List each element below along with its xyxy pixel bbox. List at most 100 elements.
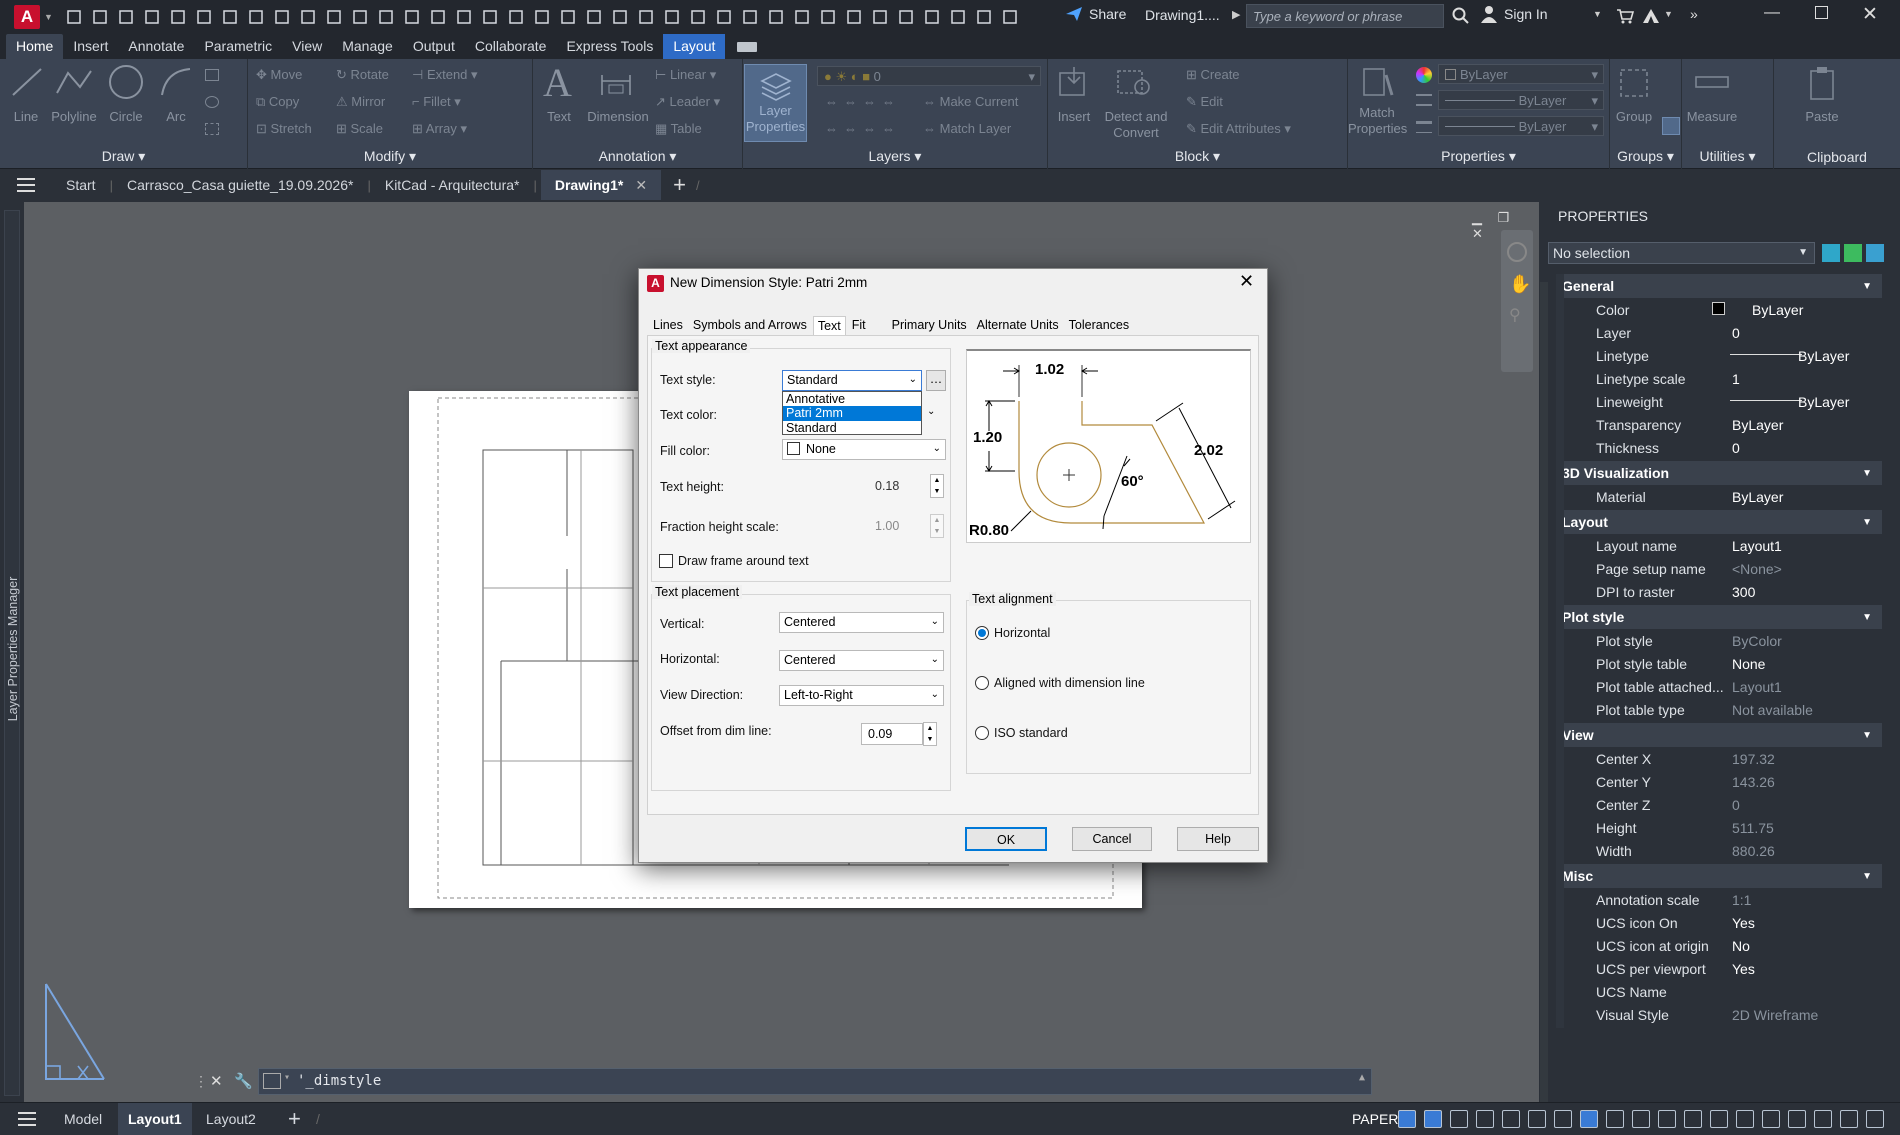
tab-fit[interactable]: Fit	[848, 316, 870, 335]
osnap-qat-icon[interactable]	[791, 7, 813, 27]
copy-clip-qat-icon[interactable]	[297, 7, 319, 27]
align-qat-icon[interactable]	[921, 7, 943, 27]
match-layer-button[interactable]: ⇔ Match Layer	[923, 121, 1011, 136]
property-row[interactable]: Layer 0	[1556, 321, 1882, 344]
property-row[interactable]: Plot style table None	[1556, 652, 1882, 675]
property-row[interactable]: Color ByLayer	[1556, 298, 1882, 321]
view-direction-dropdown[interactable]: Left-to-Right ⌄	[779, 685, 944, 706]
option-patri-2mm[interactable]: Patri 2mm	[783, 406, 921, 421]
text-qat-icon[interactable]	[505, 7, 527, 27]
match-properties-button[interactable]: Match Properties	[1348, 105, 1407, 137]
offset-input[interactable]: 0.09	[861, 723, 923, 745]
ribbon-tab-insert[interactable]: Insert	[63, 34, 118, 59]
sign-in-button[interactable]: Sign In	[1480, 5, 1548, 23]
ribbon-tab-parametric[interactable]: Parametric	[194, 34, 282, 59]
list-qat-icon[interactable]	[999, 7, 1021, 27]
doc-tab-kitcad[interactable]: KitCad - Arquitectura*	[371, 170, 534, 200]
ortho-qat-icon[interactable]	[739, 7, 761, 27]
property-row[interactable]: Center Z 0	[1556, 793, 1882, 816]
detect-convert-button[interactable]: Detect and Convert	[1104, 109, 1168, 141]
edit-attributes-button[interactable]: ✎ Edit Attributes ▾	[1186, 121, 1291, 137]
navigation-bar[interactable]: ✋ ⚲	[1501, 230, 1533, 372]
radio-aligned[interactable]	[975, 676, 989, 690]
isolate-qat-icon[interactable]	[843, 7, 865, 27]
close-tab-icon[interactable]: ✕	[635, 177, 647, 194]
ok-button[interactable]: OK	[965, 827, 1047, 851]
arc-button[interactable]: Arc	[156, 109, 196, 124]
property-row[interactable]: UCS Name	[1556, 980, 1882, 1003]
grid-status-icon[interactable]	[1398, 1110, 1416, 1128]
select-objects-icon[interactable]	[1844, 244, 1862, 262]
tab-tolerances[interactable]: Tolerances	[1065, 316, 1133, 335]
annotation-monitor-status-icon[interactable]	[1684, 1110, 1702, 1128]
property-row[interactable]: DPI to raster 300	[1556, 580, 1882, 603]
ribbon-tab-home[interactable]: Home	[6, 34, 64, 59]
color-wheel-icon[interactable]	[1416, 67, 1432, 83]
close-icon[interactable]: ✕	[1862, 3, 1878, 26]
line-button[interactable]: Line	[6, 109, 46, 124]
zoom-icon[interactable]: ⚲	[1509, 305, 1525, 325]
tab-symbols-arrows[interactable]: Symbols and Arrows	[689, 316, 811, 335]
text-height-spinner[interactable]: ▲ ▼	[930, 474, 944, 498]
vertical-dropdown[interactable]: Centered ⌄	[779, 612, 944, 633]
tab-text[interactable]: Text	[812, 316, 846, 335]
plot-qat-icon[interactable]	[167, 7, 189, 27]
dimension-button[interactable]: Dimension	[583, 109, 653, 124]
draw-frame-checkbox[interactable]	[659, 554, 673, 568]
table-button[interactable]: ▦ Table	[655, 121, 702, 137]
save-qat-icon[interactable]	[115, 7, 137, 27]
snap-status-icon[interactable]	[1424, 1110, 1442, 1128]
tab-lines[interactable]: Lines	[649, 316, 687, 335]
hamburger-menu-icon[interactable]	[0, 170, 52, 200]
insert-button[interactable]: Insert	[1050, 109, 1098, 124]
paste-clip-qat-icon[interactable]	[323, 7, 345, 27]
lineweight-status-icon[interactable]	[1528, 1110, 1546, 1128]
lasso-qat-icon[interactable]	[401, 7, 423, 27]
grid-qat-icon[interactable]	[817, 7, 839, 27]
command-customize-icon[interactable]: 🔧	[234, 1068, 253, 1095]
units-status-icon[interactable]	[1710, 1110, 1728, 1128]
model-tab[interactable]: Model	[54, 1103, 112, 1135]
new-tab-icon[interactable]: +	[673, 172, 686, 198]
fill-color-dropdown[interactable]: None ⌄	[782, 439, 946, 460]
app-menu-chevron-icon[interactable]: ▼	[44, 12, 53, 22]
table-qat-icon[interactable]	[557, 7, 579, 27]
layer-tools-row2[interactable]: ⇔⇔⇔⇔	[825, 121, 901, 136]
section-misc[interactable]: Misc ▼	[1556, 864, 1882, 888]
annotation-scale-status-icon[interactable]	[1632, 1110, 1650, 1128]
ribbon-tab-manage[interactable]: Manage	[332, 34, 403, 59]
text-button[interactable]: Text	[541, 109, 577, 124]
command-expand-icon[interactable]: ▲	[1359, 1072, 1365, 1083]
linear-button[interactable]: ⊢ Linear ▾	[655, 67, 716, 83]
mirror3-qat-icon[interactable]	[973, 7, 995, 27]
xref-qat-icon[interactable]	[687, 7, 709, 27]
create-block-button[interactable]: ⊞ Create	[1186, 67, 1240, 83]
clean-screen-status-icon[interactable]	[1840, 1110, 1858, 1128]
pan-icon[interactable]: ✋	[1509, 274, 1531, 295]
array-button[interactable]: ⊞ Array ▾	[412, 121, 467, 137]
rectangle-icon[interactable]	[205, 69, 219, 81]
property-row[interactable]: Material ByLayer	[1556, 485, 1882, 508]
share-button[interactable]: Share	[1065, 6, 1126, 22]
lineweight-dropdown[interactable]: ByLayer ▾	[1438, 116, 1604, 136]
workspace-status-icon[interactable]	[1658, 1110, 1676, 1128]
selection-cycle-status-icon[interactable]	[1580, 1110, 1598, 1128]
cube-qat-icon[interactable]	[635, 7, 657, 27]
offset-spinner[interactable]: ▲ ▼	[923, 722, 937, 746]
ribbon-tab-express-tools[interactable]: Express Tools	[556, 34, 663, 59]
help-chevron-icon[interactable]: ▼	[1664, 9, 1673, 19]
command-close-icon[interactable]: ✕	[210, 1068, 223, 1095]
new-qat-icon[interactable]	[63, 7, 85, 27]
title-arrow-icon[interactable]: ▶	[1232, 8, 1240, 21]
make-current-button[interactable]: ⇔ Make Current	[923, 94, 1018, 109]
linetype-dropdown[interactable]: ByLayer ▾	[1438, 90, 1604, 110]
dim-qat-icon[interactable]	[531, 7, 553, 27]
isolate-status-icon[interactable]	[1788, 1110, 1806, 1128]
property-row[interactable]: Lineweight ByLayer	[1556, 390, 1882, 413]
layer-qat-icon[interactable]	[427, 7, 449, 27]
measure-button[interactable]: Measure	[1684, 109, 1740, 124]
property-row[interactable]: Layout name Layout1	[1556, 534, 1882, 557]
section-view[interactable]: View ▼	[1556, 723, 1882, 747]
expand-icon[interactable]: »	[1690, 6, 1698, 22]
help-button[interactable]: Help	[1177, 827, 1259, 851]
